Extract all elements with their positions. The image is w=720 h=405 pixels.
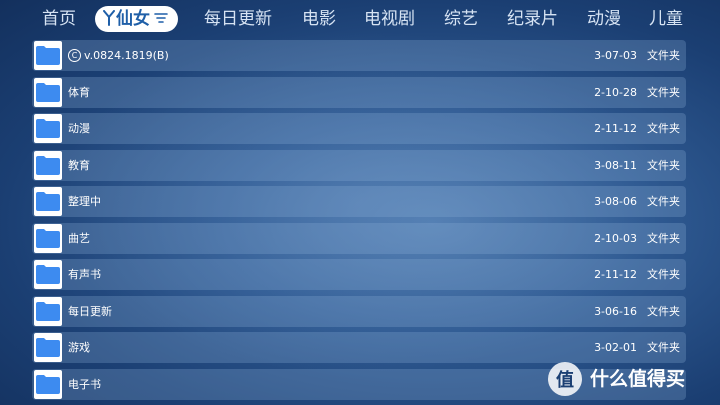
tab-label: 纪录片: [507, 9, 558, 29]
watermark-logo: 值 什么值得买: [548, 362, 716, 396]
file-row[interactable]: 曲艺 2-10-03 文件夹: [32, 222, 686, 254]
watermark-text: 什么值得买: [590, 368, 686, 390]
file-name: 电子书: [68, 377, 101, 391]
file-type: 文件夹: [647, 85, 680, 99]
file-name: 动漫: [68, 122, 90, 135]
folder-icon: [34, 77, 62, 107]
tab-label: 儿童: [649, 9, 683, 29]
copyright-icon: C: [68, 48, 81, 62]
file-date: 2-11-12: [594, 122, 637, 135]
file-type: 文件夹: [647, 158, 680, 172]
file-name: 曲艺: [68, 231, 90, 245]
tab-kids[interactable]: 儿童: [649, 6, 683, 32]
tab-label: 仙女: [116, 9, 150, 29]
file-date: 3-07-03: [594, 49, 637, 62]
folder-icon: [34, 260, 62, 289]
file-name: 每日更新: [68, 304, 112, 318]
watermark-badge-icon: 值: [548, 362, 582, 396]
file-row[interactable]: 教育 3-08-11 文件夹: [32, 149, 686, 181]
file-type: 文件夹: [647, 268, 680, 281]
file-row[interactable]: 整理中 3-08-06 文件夹: [32, 186, 686, 217]
folder-icon: [34, 41, 62, 70]
top-nav: 首页 仙女 每日更新 电影 电视剧 综艺 纪录片 动漫 儿童: [0, 0, 720, 38]
file-name: 游戏: [68, 341, 90, 354]
file-date: 3-02-01: [594, 341, 637, 354]
file-type: 文件夹: [647, 49, 680, 62]
tab-label: 动漫: [587, 9, 621, 29]
file-type: 文件夹: [647, 231, 680, 245]
filter-icon[interactable]: [154, 12, 168, 24]
file-type: 文件夹: [647, 304, 680, 318]
file-date: 3-08-11: [594, 158, 637, 172]
file-name: 有声书: [68, 268, 101, 281]
file-row[interactable]: 动漫 2-11-12 文件夹: [32, 113, 686, 144]
file-date: 2-10-03: [594, 231, 637, 245]
folder-icon: [34, 150, 62, 180]
file-date: 2-11-12: [594, 268, 637, 281]
file-row[interactable]: 游戏 3-02-01 文件夹: [32, 332, 686, 363]
tab-label: 首页: [42, 9, 76, 29]
folder-icon: [34, 333, 62, 362]
tab-fairy[interactable]: 仙女: [95, 6, 178, 32]
file-type: 文件夹: [647, 122, 680, 135]
file-type: 文件夹: [647, 195, 680, 208]
file-name: 体育: [68, 85, 90, 99]
file-type: 文件夹: [647, 341, 680, 354]
file-name: 整理中: [68, 195, 101, 208]
file-date: 3-08-06: [594, 195, 637, 208]
file-date: 3-06-16: [594, 304, 637, 318]
folder-icon: [34, 114, 62, 143]
tab-home[interactable]: 首页: [42, 6, 76, 32]
tab-variety[interactable]: 综艺: [444, 6, 478, 32]
folder-icon: [34, 369, 62, 399]
file-row[interactable]: 体育 2-10-28 文件夹: [32, 76, 686, 108]
tab-label: 每日更新: [204, 9, 272, 29]
file-date: 2-10-28: [594, 85, 637, 99]
watermark-badge-char: 值: [556, 369, 574, 391]
file-row[interactable]: 有声书 2-11-12 文件夹: [32, 259, 686, 290]
folder-icon: [34, 296, 62, 326]
file-row[interactable]: Cv.0824.1819(B) 3-07-03 文件夹: [32, 40, 686, 71]
folder-icon: [34, 223, 62, 253]
tab-tv-series[interactable]: 电视剧: [364, 6, 415, 32]
tab-label: 电影: [302, 9, 336, 29]
y-fork-icon: [103, 10, 115, 26]
file-name: Cv.0824.1819(B): [68, 40, 169, 71]
tab-anime[interactable]: 动漫: [587, 6, 621, 32]
file-name: 教育: [68, 158, 90, 172]
tab-movies[interactable]: 电影: [302, 6, 336, 32]
folder-icon: [34, 187, 62, 216]
tab-documentary[interactable]: 纪录片: [507, 6, 558, 32]
tab-label: 综艺: [444, 9, 478, 29]
tab-label: 电视剧: [364, 9, 415, 29]
file-row[interactable]: 每日更新 3-06-16 文件夹: [32, 295, 686, 327]
tab-daily-updates[interactable]: 每日更新: [204, 6, 272, 32]
